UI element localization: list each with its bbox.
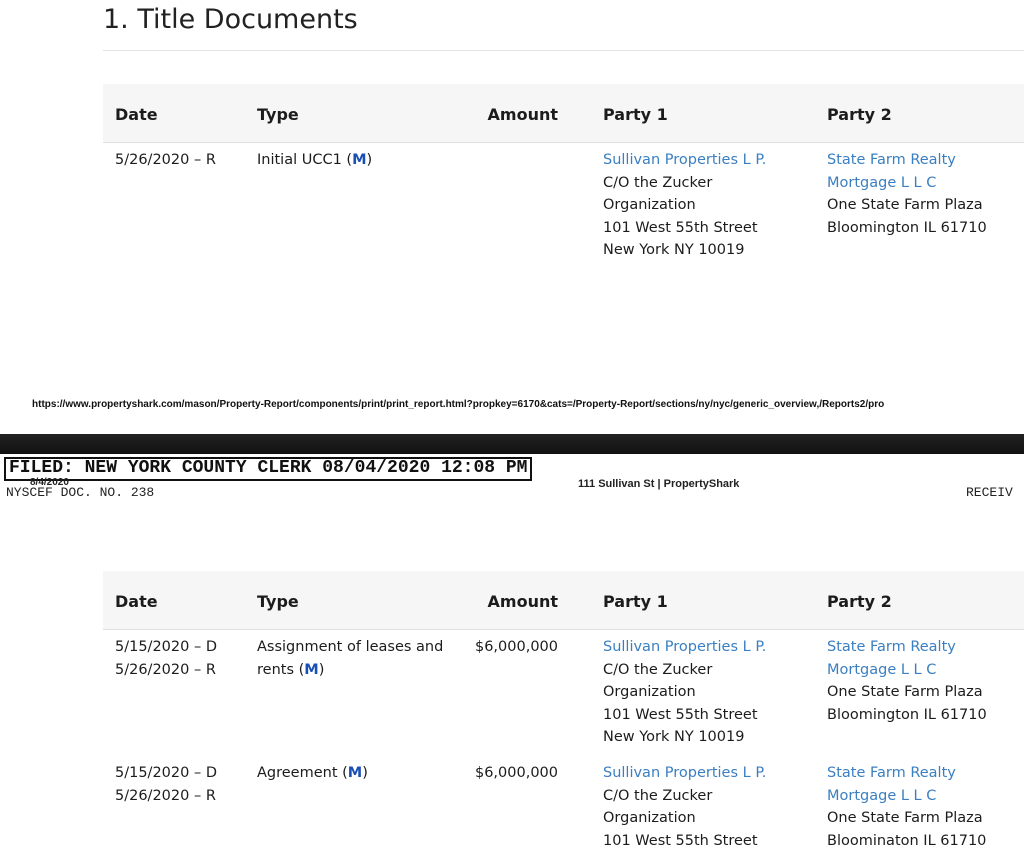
table-header: Date Type Amount Party 1 Party 2 <box>103 84 1024 143</box>
row-party1: Sullivan Properties L P. C/O the Zucker … <box>603 762 803 852</box>
nyscef-doc-number: NYSCEF DOC. NO. 238 <box>6 485 154 500</box>
column-header-type[interactable]: Type <box>257 105 299 124</box>
column-header-party1[interactable]: Party 1 <box>603 592 668 611</box>
party1-address-line: New York NY 10019 <box>603 239 803 262</box>
party2-address-line: One State Farm Plaza <box>827 807 1024 830</box>
row-type: Initial UCC1 (M) <box>257 149 457 172</box>
row-party2: State Farm Realty Mortgage L L C One Sta… <box>827 149 1024 239</box>
received-stamp: RECEIV <box>966 485 1013 500</box>
row-party1: Sullivan Properties L P. C/O the Zucker … <box>603 636 803 749</box>
page-break-divider <box>0 434 1024 454</box>
type-text: Assignment of leases and rents ( <box>257 639 443 678</box>
party1-address-line: Organization <box>603 681 803 704</box>
date-line: 5/26/2020 – R <box>115 149 216 172</box>
party2-link[interactable]: State Farm Realty Mortgage L L C <box>827 636 1024 681</box>
date-line: 5/26/2020 – R <box>115 659 217 682</box>
column-header-amount[interactable]: Amount <box>488 105 558 124</box>
row-amount: $6,000,000 <box>475 636 558 659</box>
party1-address-line: Organization <box>603 807 803 830</box>
party1-address-line: C/O the Zucker <box>603 659 803 682</box>
row-party1: Sullivan Properties L P. C/O the Zucker … <box>603 149 803 262</box>
party1-address-line: C/O the Zucker <box>603 785 803 808</box>
party1-link[interactable]: Sullivan Properties L P. <box>603 149 803 172</box>
party1-address-line: C/O the Zucker <box>603 172 803 195</box>
table-header: Date Type Amount Party 1 Party 2 <box>103 571 1024 630</box>
table-row: 5/26/2020 – R Initial UCC1 (M) Sullivan … <box>103 149 1024 269</box>
column-header-amount[interactable]: Amount <box>488 592 558 611</box>
party2-address-line: One State Farm Plaza <box>827 681 1024 704</box>
row-type: Assignment of leases and rents (M) <box>257 636 452 681</box>
row-type: Agreement (M) <box>257 762 457 785</box>
party1-address-line: New York NY 10019 <box>603 726 803 749</box>
mortgage-link[interactable]: M <box>348 765 362 781</box>
row-party2: State Farm Realty Mortgage L L C One Sta… <box>827 762 1024 852</box>
party2-address-line: Bloominaton IL 61710 <box>827 830 1024 852</box>
party2-address-line: One State Farm Plaza <box>827 194 1024 217</box>
row-date: 5/15/2020 – D 5/26/2020 – R <box>115 636 217 681</box>
column-header-party1[interactable]: Party 1 <box>603 105 668 124</box>
date-line: 5/15/2020 – D <box>115 636 217 659</box>
party1-link[interactable]: Sullivan Properties L P. <box>603 762 803 785</box>
column-header-type[interactable]: Type <box>257 592 299 611</box>
column-header-party2[interactable]: Party 2 <box>827 105 892 124</box>
column-header-date[interactable]: Date <box>115 592 158 611</box>
party1-link[interactable]: Sullivan Properties L P. <box>603 636 803 659</box>
title-documents-table-2: Date Type Amount Party 1 Party 2 5/15/20… <box>103 571 1024 852</box>
party1-address-line: 101 West 55th Street <box>603 704 803 727</box>
row-date: 5/15/2020 – D 5/26/2020 – R <box>115 762 217 807</box>
title-divider <box>103 50 1024 51</box>
type-close: ) <box>319 662 325 678</box>
date-line: 5/15/2020 – D <box>115 762 217 785</box>
column-header-date[interactable]: Date <box>115 105 158 124</box>
filing-stamp: FILED: NEW YORK COUNTY CLERK 08/04/2020 … <box>4 457 532 481</box>
row-party2: State Farm Realty Mortgage L L C One Sta… <box>827 636 1024 726</box>
party1-address-line: Organization <box>603 194 803 217</box>
party2-link[interactable]: State Farm Realty Mortgage L L C <box>827 762 1024 807</box>
column-header-party2[interactable]: Party 2 <box>827 592 892 611</box>
party2-address-line: Bloomington IL 61710 <box>827 217 1024 240</box>
party1-address-line: 101 West 55th Street <box>603 830 803 852</box>
type-text: Initial UCC1 ( <box>257 152 352 168</box>
mortgage-link[interactable]: M <box>304 662 318 678</box>
type-text: Agreement ( <box>257 765 348 781</box>
party2-address-line: Bloomington IL 61710 <box>827 704 1024 727</box>
type-close: ) <box>362 765 368 781</box>
title-documents-table-1: Date Type Amount Party 1 Party 2 5/26/20… <box>103 84 1024 269</box>
print-footer-url: https://www.propertyshark.com/mason/Prop… <box>32 399 1024 410</box>
date-line: 5/26/2020 – R <box>115 785 217 808</box>
table-row: 5/15/2020 – D 5/26/2020 – R Agreement (M… <box>103 762 1024 852</box>
mortgage-link[interactable]: M <box>352 152 366 168</box>
party1-address-line: 101 West 55th Street <box>603 217 803 240</box>
row-date: 5/26/2020 – R <box>115 149 216 172</box>
table-row: 5/15/2020 – D 5/26/2020 – R Assignment o… <box>103 636 1024 762</box>
party2-link[interactable]: State Farm Realty Mortgage L L C <box>827 149 1024 194</box>
row-amount: $6,000,000 <box>475 762 558 785</box>
section-title: 1. Title Documents <box>103 4 358 35</box>
print-page-header: 111 Sullivan St | PropertyShark <box>578 478 739 490</box>
type-close: ) <box>367 152 373 168</box>
